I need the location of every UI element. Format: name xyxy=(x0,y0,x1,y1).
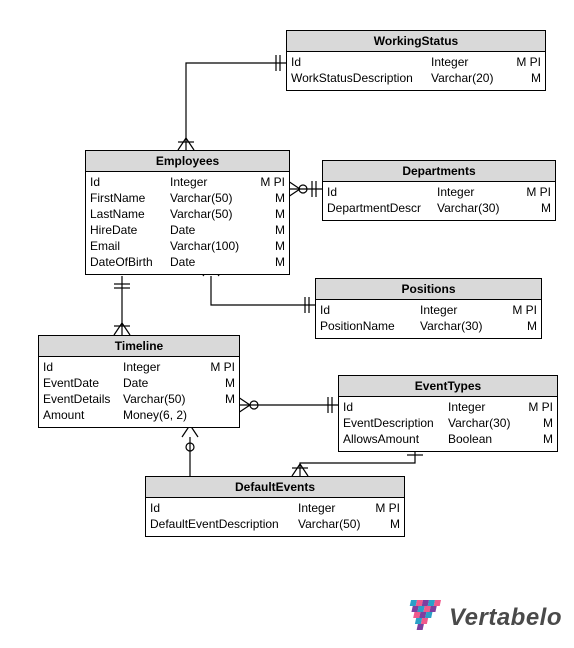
entity-departments: Departments IdIntegerM PI DepartmentDesc… xyxy=(322,160,556,221)
entity-title: Timeline xyxy=(39,336,239,357)
entity-timeline: Timeline IdIntegerM PI EventDateDateM Ev… xyxy=(38,335,240,428)
entity-title: Employees xyxy=(86,151,289,172)
entity-title: DefaultEvents xyxy=(146,477,404,498)
vertabelo-logo: Vertabelo xyxy=(403,600,562,636)
entity-eventtypes: EventTypes IdIntegerM PI EventDescriptio… xyxy=(338,375,558,452)
entity-workingstatus: WorkingStatus IdIntegerM PI WorkStatusDe… xyxy=(286,30,546,91)
entity-title: Positions xyxy=(316,279,541,300)
entity-employees: Employees IdIntegerM PI FirstNameVarchar… xyxy=(85,150,290,275)
entity-title: EventTypes xyxy=(339,376,557,397)
entity-positions: Positions IdIntegerM PI PositionNameVarc… xyxy=(315,278,542,339)
entity-title: WorkingStatus xyxy=(287,31,545,52)
entity-defaultevents: DefaultEvents IdIntegerM PI DefaultEvent… xyxy=(145,476,405,537)
entity-title: Departments xyxy=(323,161,555,182)
vertabelo-mark-icon xyxy=(403,600,443,636)
vertabelo-logo-text: Vertabelo xyxy=(449,604,562,632)
